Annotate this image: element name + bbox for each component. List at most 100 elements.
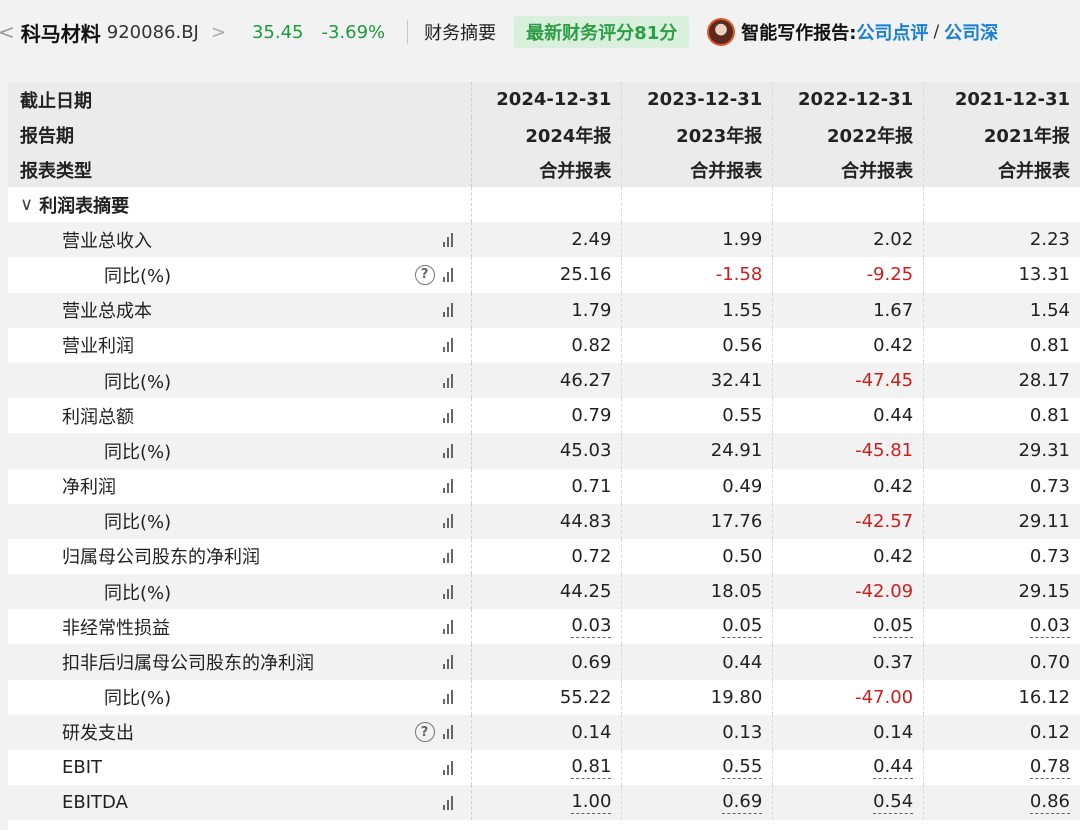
ai-link-company-deep[interactable]: 公司深	[944, 19, 998, 45]
bar-chart-icon[interactable]	[442, 584, 453, 599]
cell-value: 24.91	[710, 440, 763, 462]
bar-chart-icon[interactable]	[442, 443, 453, 458]
bar-chart-icon[interactable]	[442, 408, 453, 423]
cell-value[interactable]: 0.78	[1029, 756, 1070, 780]
cell-value: 44.83	[559, 510, 612, 532]
cell-value: -1.58	[715, 264, 763, 286]
cell-value[interactable]: 0.54	[873, 791, 914, 815]
table-row: 非经常性损益 0.03 0.05 0.05 0.03	[8, 609, 1080, 645]
collapse-chevron-icon[interactable]: ∨	[20, 194, 33, 215]
bar-chart-icon[interactable]	[442, 725, 453, 740]
bar-chart-icon[interactable]	[442, 690, 453, 705]
header-cell: 合并报表	[773, 152, 925, 187]
value-cell: 0.44	[773, 750, 925, 786]
cell-value[interactable]: 0.44	[873, 756, 914, 780]
cell-value: 29.31	[1018, 440, 1070, 462]
value-cell: -1.58	[622, 257, 774, 293]
value-cell: 16.12	[924, 680, 1080, 715]
value-cell: 0.54	[773, 785, 925, 821]
stock-header: < 科马材料 920086.BJ > 35.45 -3.69% 财务摘要 最新财…	[0, 0, 1080, 64]
cell-value[interactable]: 0.69	[722, 791, 763, 815]
cell-value: 0.37	[873, 651, 914, 673]
value-cell: 44.25	[472, 574, 623, 610]
row-label-cell: 研发支出?	[8, 714, 472, 750]
cell-value: 0.12	[1029, 721, 1070, 743]
cell-value: 0.55	[722, 405, 763, 427]
value-cell: 1.54	[924, 293, 1080, 328]
value-cell: -42.09	[773, 574, 925, 610]
section-label-cell: ∨ 利润表摘要	[8, 187, 472, 223]
cell-value[interactable]: 0.05	[722, 615, 763, 639]
help-icon[interactable]: ?	[414, 264, 435, 285]
cell-value: 29.11	[1018, 510, 1070, 532]
cell-value[interactable]: 0.03	[571, 615, 612, 639]
cell-value: 1.67	[873, 299, 914, 321]
cell-value: 0.82	[571, 334, 612, 356]
value-cell: 28.17	[924, 363, 1080, 398]
stock-name: 科马材料	[20, 21, 101, 46]
cell-value[interactable]: 1.00	[571, 791, 612, 815]
value-cell: 29.15	[924, 574, 1080, 609]
row-label-cell: 营业总收入	[8, 222, 472, 258]
cell-value: 0.69	[571, 651, 612, 673]
value-cell: 0.50	[622, 538, 774, 575]
bar-chart-icon[interactable]	[442, 479, 453, 494]
header-row-date: 截止日期 2024-12-31 2023-12-31 2022-12-31 20…	[8, 82, 1080, 117]
ai-avatar-icon	[707, 18, 736, 46]
cell-value: 0.79	[571, 405, 612, 427]
value-cell: 44.83	[472, 503, 623, 539]
cell-value[interactable]: 0.05	[873, 615, 914, 639]
value-cell: 2.49	[472, 222, 623, 258]
cell-value: 44.25	[559, 581, 612, 603]
back-chevron-icon[interactable]: <	[0, 20, 15, 44]
bar-chart-icon[interactable]	[442, 619, 453, 634]
row-label: 营业利润	[62, 336, 134, 358]
cell-value: -47.00	[855, 686, 914, 708]
row-label: 非经常性损益	[62, 617, 170, 639]
cell-value[interactable]: 0.55	[722, 756, 763, 780]
cell-value: 0.81	[1029, 405, 1070, 427]
cell-value: 2.02	[873, 229, 914, 251]
help-icon[interactable]: ?	[414, 722, 435, 743]
header-cell: 合并报表	[622, 152, 774, 187]
row-icons: ?	[414, 715, 453, 750]
row-label: 同比(%)	[104, 688, 172, 710]
table-row: 营业总收入 2.49 1.99 2.02 2.23	[8, 222, 1080, 258]
cell-value[interactable]: 0.03	[1029, 615, 1070, 639]
header-cell: 2023-12-31	[622, 82, 774, 117]
bar-chart-icon[interactable]	[442, 655, 453, 670]
value-cell: -47.00	[773, 679, 925, 715]
value-cell: 1.00	[472, 785, 623, 821]
value-cell: 0.81	[924, 328, 1080, 363]
cell-value[interactable]: 0.81	[571, 756, 612, 780]
value-cell: 0.14	[773, 714, 925, 750]
cell-value[interactable]: 0.86	[1029, 791, 1070, 815]
financial-score-badge[interactable]: 最新财务评分81分	[514, 16, 690, 48]
ai-report-label: 智能写作报告:	[741, 23, 857, 44]
row-label: 净利润	[62, 477, 116, 499]
bar-chart-icon[interactable]	[442, 514, 453, 529]
bar-chart-icon[interactable]	[442, 795, 453, 810]
row-icons	[442, 469, 453, 504]
bar-chart-icon[interactable]	[442, 303, 453, 318]
row-label-cell: 净利润	[8, 468, 472, 504]
value-cell: 0.86	[924, 785, 1080, 820]
value-cell: 0.42	[773, 468, 925, 504]
bar-chart-icon[interactable]	[442, 267, 453, 282]
bar-chart-icon[interactable]	[442, 232, 453, 247]
value-cell: 46.27	[472, 362, 623, 399]
header-cell: 2021-12-31	[954, 89, 1070, 110]
cell-value: 2.49	[571, 229, 612, 251]
row-icons	[442, 328, 453, 363]
bar-chart-icon[interactable]	[442, 373, 453, 388]
stock-detail-chevron-icon[interactable]: >	[211, 22, 226, 43]
row-label-cell: EBITDA	[8, 785, 472, 821]
table-row: EBIT 0.81 0.55 0.44 0.78	[8, 750, 1080, 786]
bar-chart-icon[interactable]	[442, 760, 453, 775]
bar-chart-icon[interactable]	[442, 338, 453, 353]
cell-value: 0.42	[873, 475, 914, 497]
ai-link-company-review[interactable]: 公司点评	[856, 19, 928, 45]
value-cell: 55.22	[472, 679, 623, 715]
section-income-statement[interactable]: ∨ 利润表摘要	[8, 187, 1080, 223]
bar-chart-icon[interactable]	[442, 549, 453, 564]
